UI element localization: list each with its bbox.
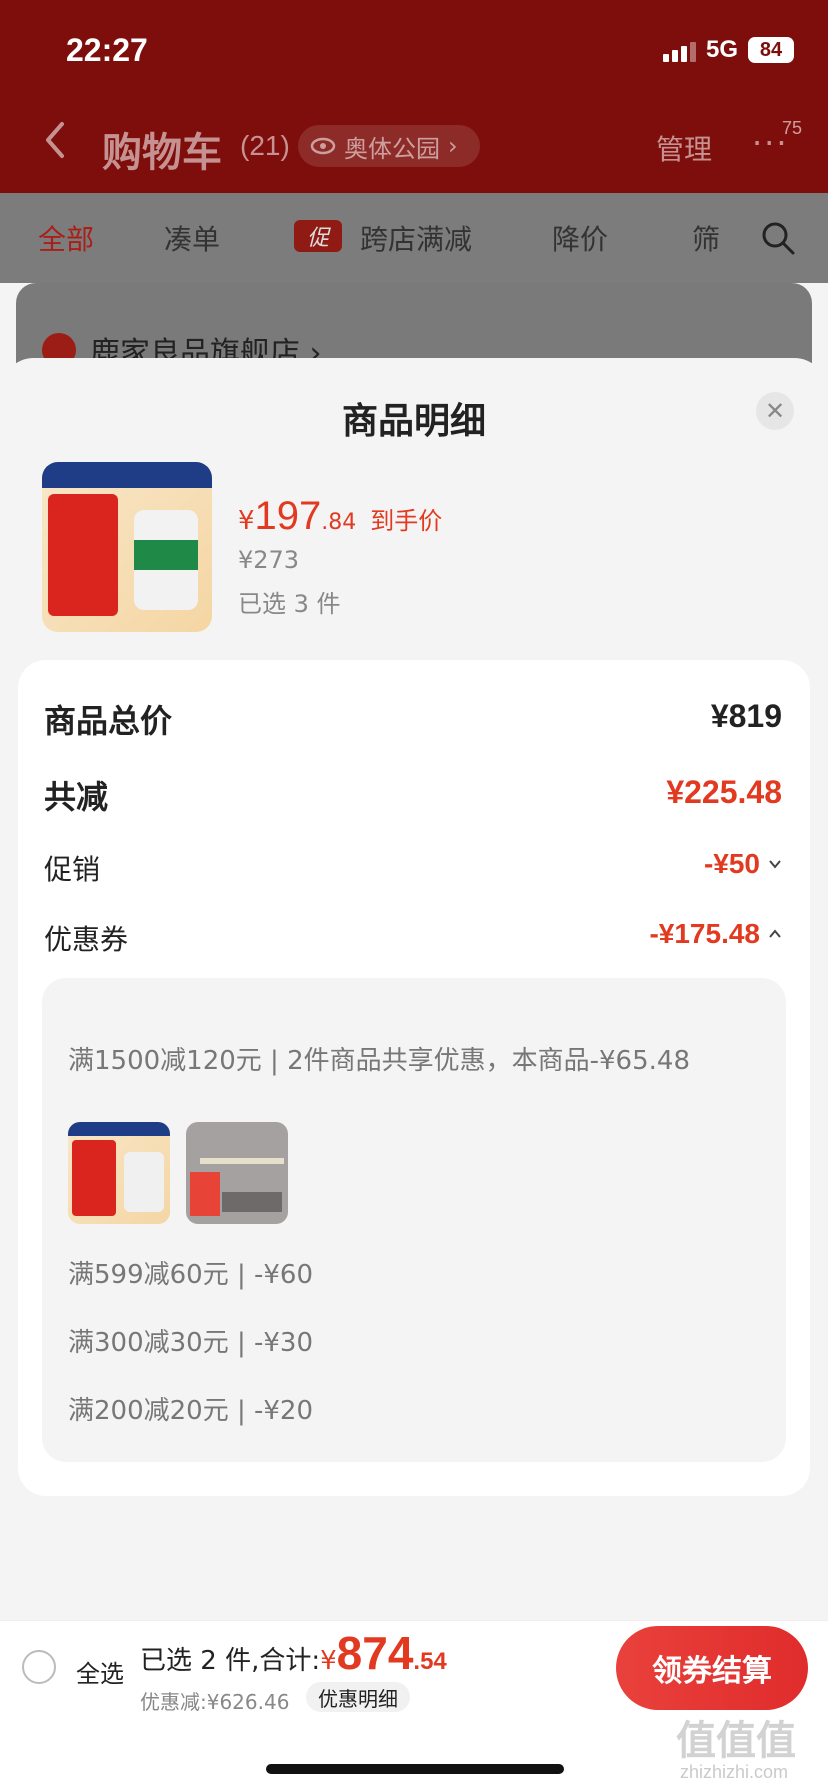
eye-icon — [310, 137, 336, 155]
coupon-line: 满200减20元 | -¥20 — [68, 1396, 314, 1426]
coupon-line: 满599减60元 | -¥60 — [68, 1260, 314, 1290]
tab-all[interactable]: 全部 — [38, 218, 94, 258]
total-line: 已选 2 件,合计: ¥ 874 .54 — [140, 1626, 447, 1680]
tab-cross-store[interactable]: 跨店满减 — [360, 218, 472, 258]
select-all-radio[interactable] — [22, 1650, 56, 1684]
price-integer: 197 — [254, 494, 322, 538]
coupon-main-line: 满1500减120元 | 2件商品共享优惠，本商品-¥65.48 — [68, 1046, 690, 1076]
promo-value: -¥50 — [703, 848, 760, 879]
total-price-value: ¥819 — [710, 698, 782, 734]
watermark-url: zhizhizhi.com — [680, 1762, 789, 1782]
product-image — [42, 462, 212, 632]
selected-count: 已选 3 件 — [238, 590, 341, 618]
page-title: 购物车 — [102, 130, 222, 176]
coupon-row-toggle[interactable]: -¥175.48 — [649, 918, 782, 950]
search-icon[interactable] — [760, 220, 796, 256]
original-price: ¥273 — [238, 546, 300, 574]
home-indicator[interactable] — [266, 1764, 564, 1774]
total-label: 已选 2 件,合计: — [140, 1646, 321, 1676]
discount-label: 优惠减:¥626.46 — [140, 1690, 290, 1714]
manage-button[interactable]: 管理 — [656, 128, 712, 168]
tab-filter[interactable]: 筛 — [692, 218, 720, 258]
price-symbol: ¥ — [238, 506, 255, 536]
location-chip[interactable]: 奥体公园 › — [298, 125, 480, 167]
chevron-right-icon: › — [448, 132, 458, 160]
message-badge: 75 — [782, 118, 803, 138]
coupon-value: -¥175.48 — [649, 918, 760, 949]
battery-icon: 84 — [748, 37, 794, 63]
signal-icon — [662, 38, 696, 62]
close-icon[interactable]: ✕ — [756, 392, 794, 430]
sheet-title: 商品明细 — [341, 401, 486, 442]
promo-row-toggle[interactable]: -¥50 — [704, 848, 782, 880]
network-label: 5G — [705, 36, 738, 63]
checkout-button[interactable]: 领券结算 — [616, 1626, 808, 1710]
coupon-label: 优惠券 — [44, 923, 129, 956]
chevron-down-icon — [769, 860, 781, 869]
back-icon[interactable] — [40, 120, 70, 160]
status-time: 22:27 — [66, 32, 148, 68]
promo-label: 促销 — [44, 853, 101, 886]
tab-bundle[interactable]: 凑单 — [164, 218, 220, 258]
select-all-label[interactable]: 全选 — [76, 1654, 124, 1689]
product-thumbnail — [68, 1122, 170, 1224]
total-reduce-value: ¥225.48 — [666, 774, 782, 810]
total-price-label: 商品总价 — [44, 702, 173, 740]
final-price: ¥ 197 .84 到手价 — [238, 494, 442, 539]
tab-price-drop[interactable]: 降价 — [552, 218, 608, 258]
price-decimal: .84 — [321, 510, 357, 535]
coupon-line: 满300减30元 | -¥30 — [68, 1328, 314, 1358]
total-decimal: .54 — [413, 1648, 447, 1675]
watermark-logo: 值值值 — [676, 1719, 796, 1763]
total-integer: 874 — [336, 1627, 414, 1679]
product-thumbnail — [186, 1122, 288, 1224]
location-label: 奥体公园 — [344, 134, 440, 163]
price-tag: 到手价 — [370, 507, 443, 535]
total-reduce-label: 共减 — [44, 778, 109, 816]
status-indicators: 5G 84 — [662, 36, 794, 64]
discount-detail-button[interactable]: 优惠明细 — [306, 1682, 410, 1712]
cart-count: (21) — [240, 130, 290, 161]
promo-icon: 促 — [294, 220, 342, 252]
chevron-up-icon — [769, 929, 781, 938]
total-symbol: ¥ — [320, 1646, 337, 1676]
